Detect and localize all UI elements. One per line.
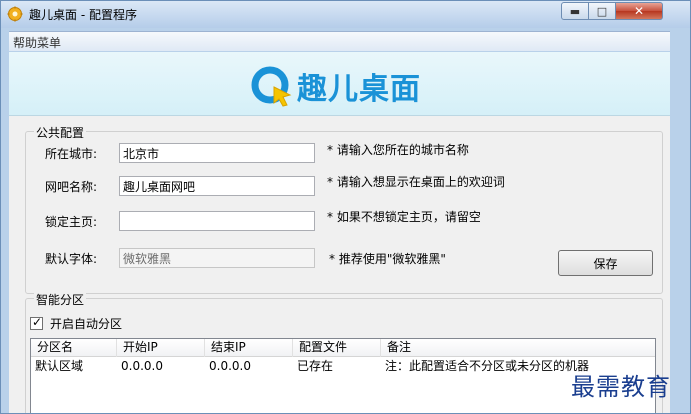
cell-start-ip: 0.0.0.0 bbox=[121, 359, 163, 373]
table-row[interactable]: 默认区域 0.0.0.0 0.0.0.0 已存在 注：此配置适合不分区或未分区的… bbox=[31, 358, 655, 376]
font-input bbox=[119, 248, 315, 268]
homepage-label: 锁定主页: bbox=[45, 215, 98, 229]
close-button[interactable]: ✕ bbox=[616, 2, 663, 20]
minimize-button[interactable]: ▬ bbox=[561, 2, 589, 20]
cafe-name-label: 网吧名称: bbox=[45, 180, 98, 194]
cell-end-ip: 0.0.0.0 bbox=[209, 359, 251, 373]
font-hint: * 推荐使用"微软雅黑" bbox=[329, 252, 446, 266]
logo-text: 趣儿桌面 bbox=[297, 72, 421, 107]
auto-partition-label[interactable]: 开启自动分区 bbox=[50, 315, 122, 332]
logo-icon bbox=[251, 66, 292, 107]
city-input[interactable] bbox=[119, 143, 315, 163]
homepage-hint: * 如果不想锁定主页，请留空 bbox=[327, 210, 481, 224]
watermark: 最需教育 bbox=[571, 373, 671, 401]
window-title: 趣儿桌面 - 配置程序 bbox=[29, 8, 137, 22]
save-button[interactable]: 保存 bbox=[558, 250, 653, 276]
client-area: 趣儿桌面 公共配置 所在城市: * 请输入您所在的城市名称 网吧名称: * 请输… bbox=[9, 52, 670, 413]
check-icon: ✓ bbox=[32, 315, 43, 329]
partition-table[interactable]: 分区名 开始IP 结束IP 配置文件 备注 默认区域 0.0.0.0 0.0.0… bbox=[30, 338, 656, 413]
cafe-name-hint: * 请输入想显示在桌面上的欢迎词 bbox=[327, 175, 505, 189]
homepage-input[interactable] bbox=[119, 211, 315, 231]
maximize-icon: □ bbox=[596, 4, 608, 18]
maximize-button[interactable]: □ bbox=[589, 2, 616, 20]
menu-bar: 帮助菜单 bbox=[9, 31, 670, 51]
cell-config: 已存在 bbox=[297, 359, 334, 373]
close-icon: ✕ bbox=[633, 4, 645, 18]
cell-name: 默认区域 bbox=[35, 359, 84, 373]
menu-item-help[interactable]: 帮助菜单 bbox=[13, 34, 61, 51]
app-window: 趣儿桌面 - 配置程序 ▬ □ ✕ 帮助菜单 趣儿桌面 公共配置 所在城市: *… bbox=[0, 0, 691, 414]
group-title: 智能分区 bbox=[34, 291, 87, 308]
banner: 趣儿桌面 bbox=[9, 52, 670, 116]
column-header-start-ip[interactable]: 开始IP bbox=[117, 339, 205, 357]
minimize-icon: ▬ bbox=[569, 4, 581, 18]
city-label: 所在城市: bbox=[45, 147, 98, 161]
column-header-name[interactable]: 分区名 bbox=[31, 339, 117, 357]
column-header-config[interactable]: 配置文件 bbox=[293, 339, 381, 357]
title-bar[interactable]: 趣儿桌面 - 配置程序 ▬ □ ✕ bbox=[1, 1, 690, 28]
column-header-note[interactable]: 备注 bbox=[381, 339, 655, 357]
group-title: 公共配置 bbox=[34, 124, 87, 141]
font-label: 默认字体: bbox=[45, 252, 98, 266]
cafe-name-input[interactable] bbox=[119, 176, 315, 196]
gear-icon bbox=[7, 6, 23, 22]
column-header-end-ip[interactable]: 结束IP bbox=[205, 339, 293, 357]
auto-partition-checkbox[interactable]: ✓ bbox=[30, 315, 43, 330]
city-hint: * 请输入您所在的城市名称 bbox=[327, 143, 469, 157]
table-header: 分区名 开始IP 结束IP 配置文件 备注 bbox=[31, 339, 655, 357]
